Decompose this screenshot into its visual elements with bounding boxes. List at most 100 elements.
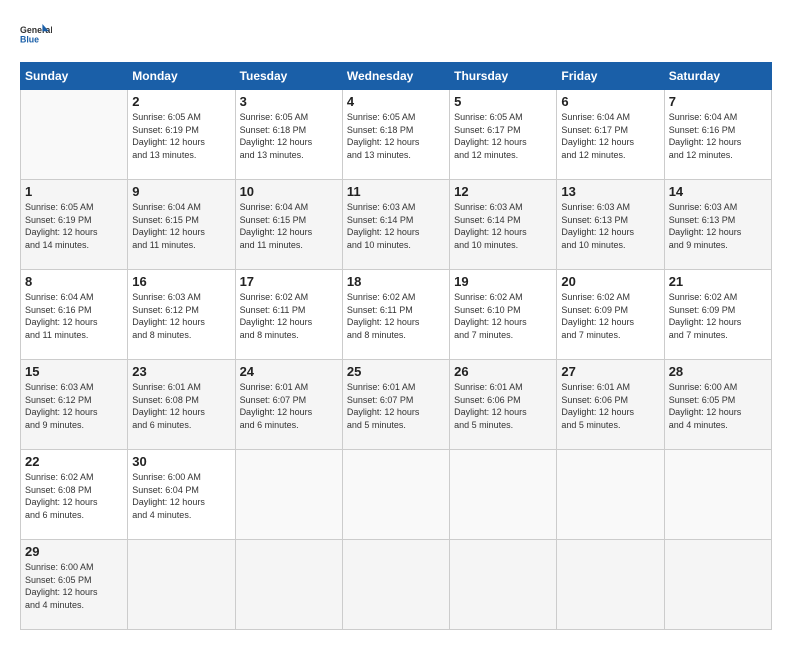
calendar-cell — [342, 540, 449, 630]
day-info: Sunrise: 6:05 AM Sunset: 6:18 PM Dayligh… — [347, 111, 445, 161]
calendar-cell: 22Sunrise: 6:02 AM Sunset: 6:08 PM Dayli… — [21, 450, 128, 540]
day-number: 27 — [561, 364, 659, 379]
calendar-cell: 23 Sunrise: 6:01 AM Sunset: 6:08 PM Dayli… — [128, 360, 235, 450]
day-info: Sunrise: 6:04 AM Sunset: 6:16 PM Dayligh… — [25, 291, 123, 341]
day-info: Sunrise: 6:00 AM Sunset: 6:05 PM Dayligh… — [25, 561, 123, 611]
calendar-cell — [450, 540, 557, 630]
calendar-cell — [557, 540, 664, 630]
day-info: Sunrise: 6:02 AM Sunset: 6:11 PM Dayligh… — [240, 291, 338, 341]
day-number: 16 — [132, 274, 230, 289]
day-info: Sunrise: 6:04 AM Sunset: 6:17 PM Dayligh… — [561, 111, 659, 161]
calendar-cell — [21, 90, 128, 180]
day-number: 1 — [25, 184, 123, 199]
day-number: 21 — [669, 274, 767, 289]
day-info: Sunrise: 6:03 AM Sunset: 6:14 PM Dayligh… — [454, 201, 552, 251]
day-number: 6 — [561, 94, 659, 109]
calendar-cell — [342, 450, 449, 540]
day-number: 10 — [240, 184, 338, 199]
calendar-cell — [557, 450, 664, 540]
day-info: Sunrise: 6:01 AM Sunset: 6:07 PM Dayligh… — [347, 381, 445, 431]
calendar-cell — [235, 450, 342, 540]
day-number: 26 — [454, 364, 552, 379]
day-info: Sunrise: 6:05 AM Sunset: 6:19 PM Dayligh… — [132, 111, 230, 161]
calendar-cell: 20 Sunrise: 6:02 AM Sunset: 6:09 PM Dayli… — [557, 270, 664, 360]
calendar-cell: 6 Sunrise: 6:04 AM Sunset: 6:17 PM Daylig… — [557, 90, 664, 180]
day-info: Sunrise: 6:02 AM Sunset: 6:11 PM Dayligh… — [347, 291, 445, 341]
calendar-cell: 16Sunrise: 6:03 AM Sunset: 6:12 PM Dayli… — [128, 270, 235, 360]
day-info: Sunrise: 6:03 AM Sunset: 6:12 PM Dayligh… — [25, 381, 123, 431]
svg-text:Blue: Blue — [20, 34, 39, 44]
day-info: Sunrise: 6:02 AM Sunset: 6:10 PM Dayligh… — [454, 291, 552, 341]
calendar-cell: 21 Sunrise: 6:02 AM Sunset: 6:09 PM Dayli… — [664, 270, 771, 360]
day-number: 3 — [240, 94, 338, 109]
calendar-week-3: 8Sunrise: 6:04 AM Sunset: 6:16 PM Daylig… — [21, 270, 772, 360]
day-number: 28 — [669, 364, 767, 379]
weekday-header-wednesday: Wednesday — [342, 63, 449, 90]
day-number: 20 — [561, 274, 659, 289]
logo-icon: GeneralBlue — [20, 20, 52, 52]
day-info: Sunrise: 6:03 AM Sunset: 6:13 PM Dayligh… — [561, 201, 659, 251]
weekday-header-thursday: Thursday — [450, 63, 557, 90]
calendar-cell: 29 Sunrise: 6:00 AM Sunset: 6:05 PM Dayli… — [21, 540, 128, 630]
day-number: 11 — [347, 184, 445, 199]
day-number: 5 — [454, 94, 552, 109]
page-header: GeneralBlue — [20, 20, 772, 52]
calendar-week-1: 2 Sunrise: 6:05 AM Sunset: 6:19 PM Daylig… — [21, 90, 772, 180]
day-number: 15 — [25, 364, 123, 379]
calendar-cell: 18 Sunrise: 6:02 AM Sunset: 6:11 PM Dayli… — [342, 270, 449, 360]
calendar-body: 2 Sunrise: 6:05 AM Sunset: 6:19 PM Daylig… — [21, 90, 772, 630]
calendar-header-row: SundayMondayTuesdayWednesdayThursdayFrid… — [21, 63, 772, 90]
day-info: Sunrise: 6:03 AM Sunset: 6:13 PM Dayligh… — [669, 201, 767, 251]
day-number: 14 — [669, 184, 767, 199]
day-number: 12 — [454, 184, 552, 199]
day-info: Sunrise: 6:02 AM Sunset: 6:09 PM Dayligh… — [669, 291, 767, 341]
day-number: 19 — [454, 274, 552, 289]
calendar-cell — [664, 540, 771, 630]
calendar-week-6: 29 Sunrise: 6:00 AM Sunset: 6:05 PM Dayli… — [21, 540, 772, 630]
calendar-cell — [128, 540, 235, 630]
day-number: 29 — [25, 544, 123, 559]
calendar-cell: 12 Sunrise: 6:03 AM Sunset: 6:14 PM Dayli… — [450, 180, 557, 270]
calendar-table: SundayMondayTuesdayWednesdayThursdayFrid… — [20, 62, 772, 630]
calendar-week-4: 15 Sunrise: 6:03 AM Sunset: 6:12 PM Dayli… — [21, 360, 772, 450]
weekday-header-sunday: Sunday — [21, 63, 128, 90]
weekday-header-friday: Friday — [557, 63, 664, 90]
day-info: Sunrise: 6:04 AM Sunset: 6:15 PM Dayligh… — [132, 201, 230, 251]
calendar-cell: 5 Sunrise: 6:05 AM Sunset: 6:17 PM Daylig… — [450, 90, 557, 180]
calendar-cell: 4 Sunrise: 6:05 AM Sunset: 6:18 PM Daylig… — [342, 90, 449, 180]
day-number: 17 — [240, 274, 338, 289]
calendar-cell — [450, 450, 557, 540]
day-info: Sunrise: 6:04 AM Sunset: 6:15 PM Dayligh… — [240, 201, 338, 251]
day-info: Sunrise: 6:01 AM Sunset: 6:06 PM Dayligh… — [454, 381, 552, 431]
calendar-cell: 11Sunrise: 6:03 AM Sunset: 6:14 PM Dayli… — [342, 180, 449, 270]
day-number: 18 — [347, 274, 445, 289]
calendar-cell: 17 Sunrise: 6:02 AM Sunset: 6:11 PM Dayli… — [235, 270, 342, 360]
day-number: 13 — [561, 184, 659, 199]
day-number: 2 — [132, 94, 230, 109]
calendar-cell: 19 Sunrise: 6:02 AM Sunset: 6:10 PM Dayli… — [450, 270, 557, 360]
day-info: Sunrise: 6:01 AM Sunset: 6:07 PM Dayligh… — [240, 381, 338, 431]
calendar-cell: 9Sunrise: 6:04 AM Sunset: 6:15 PM Daylig… — [128, 180, 235, 270]
weekday-header-saturday: Saturday — [664, 63, 771, 90]
day-info: Sunrise: 6:05 AM Sunset: 6:19 PM Dayligh… — [25, 201, 123, 251]
calendar-week-2: 1 Sunrise: 6:05 AM Sunset: 6:19 PM Daylig… — [21, 180, 772, 270]
calendar-cell — [664, 450, 771, 540]
day-info: Sunrise: 6:02 AM Sunset: 6:09 PM Dayligh… — [561, 291, 659, 341]
calendar-cell: 8Sunrise: 6:04 AM Sunset: 6:16 PM Daylig… — [21, 270, 128, 360]
calendar-cell: 2 Sunrise: 6:05 AM Sunset: 6:19 PM Daylig… — [128, 90, 235, 180]
calendar-week-5: 22Sunrise: 6:02 AM Sunset: 6:08 PM Dayli… — [21, 450, 772, 540]
day-info: Sunrise: 6:05 AM Sunset: 6:18 PM Dayligh… — [240, 111, 338, 161]
weekday-header-tuesday: Tuesday — [235, 63, 342, 90]
calendar-cell: 25Sunrise: 6:01 AM Sunset: 6:07 PM Dayli… — [342, 360, 449, 450]
day-number: 23 — [132, 364, 230, 379]
day-info: Sunrise: 6:01 AM Sunset: 6:08 PM Dayligh… — [132, 381, 230, 431]
calendar-cell: 7Sunrise: 6:04 AM Sunset: 6:16 PM Daylig… — [664, 90, 771, 180]
day-number: 4 — [347, 94, 445, 109]
calendar-cell: 26 Sunrise: 6:01 AM Sunset: 6:06 PM Dayli… — [450, 360, 557, 450]
day-info: Sunrise: 6:04 AM Sunset: 6:16 PM Dayligh… — [669, 111, 767, 161]
day-info: Sunrise: 6:02 AM Sunset: 6:08 PM Dayligh… — [25, 471, 123, 521]
calendar-cell — [235, 540, 342, 630]
weekday-header-monday: Monday — [128, 63, 235, 90]
calendar-cell: 15 Sunrise: 6:03 AM Sunset: 6:12 PM Dayli… — [21, 360, 128, 450]
day-info: Sunrise: 6:05 AM Sunset: 6:17 PM Dayligh… — [454, 111, 552, 161]
